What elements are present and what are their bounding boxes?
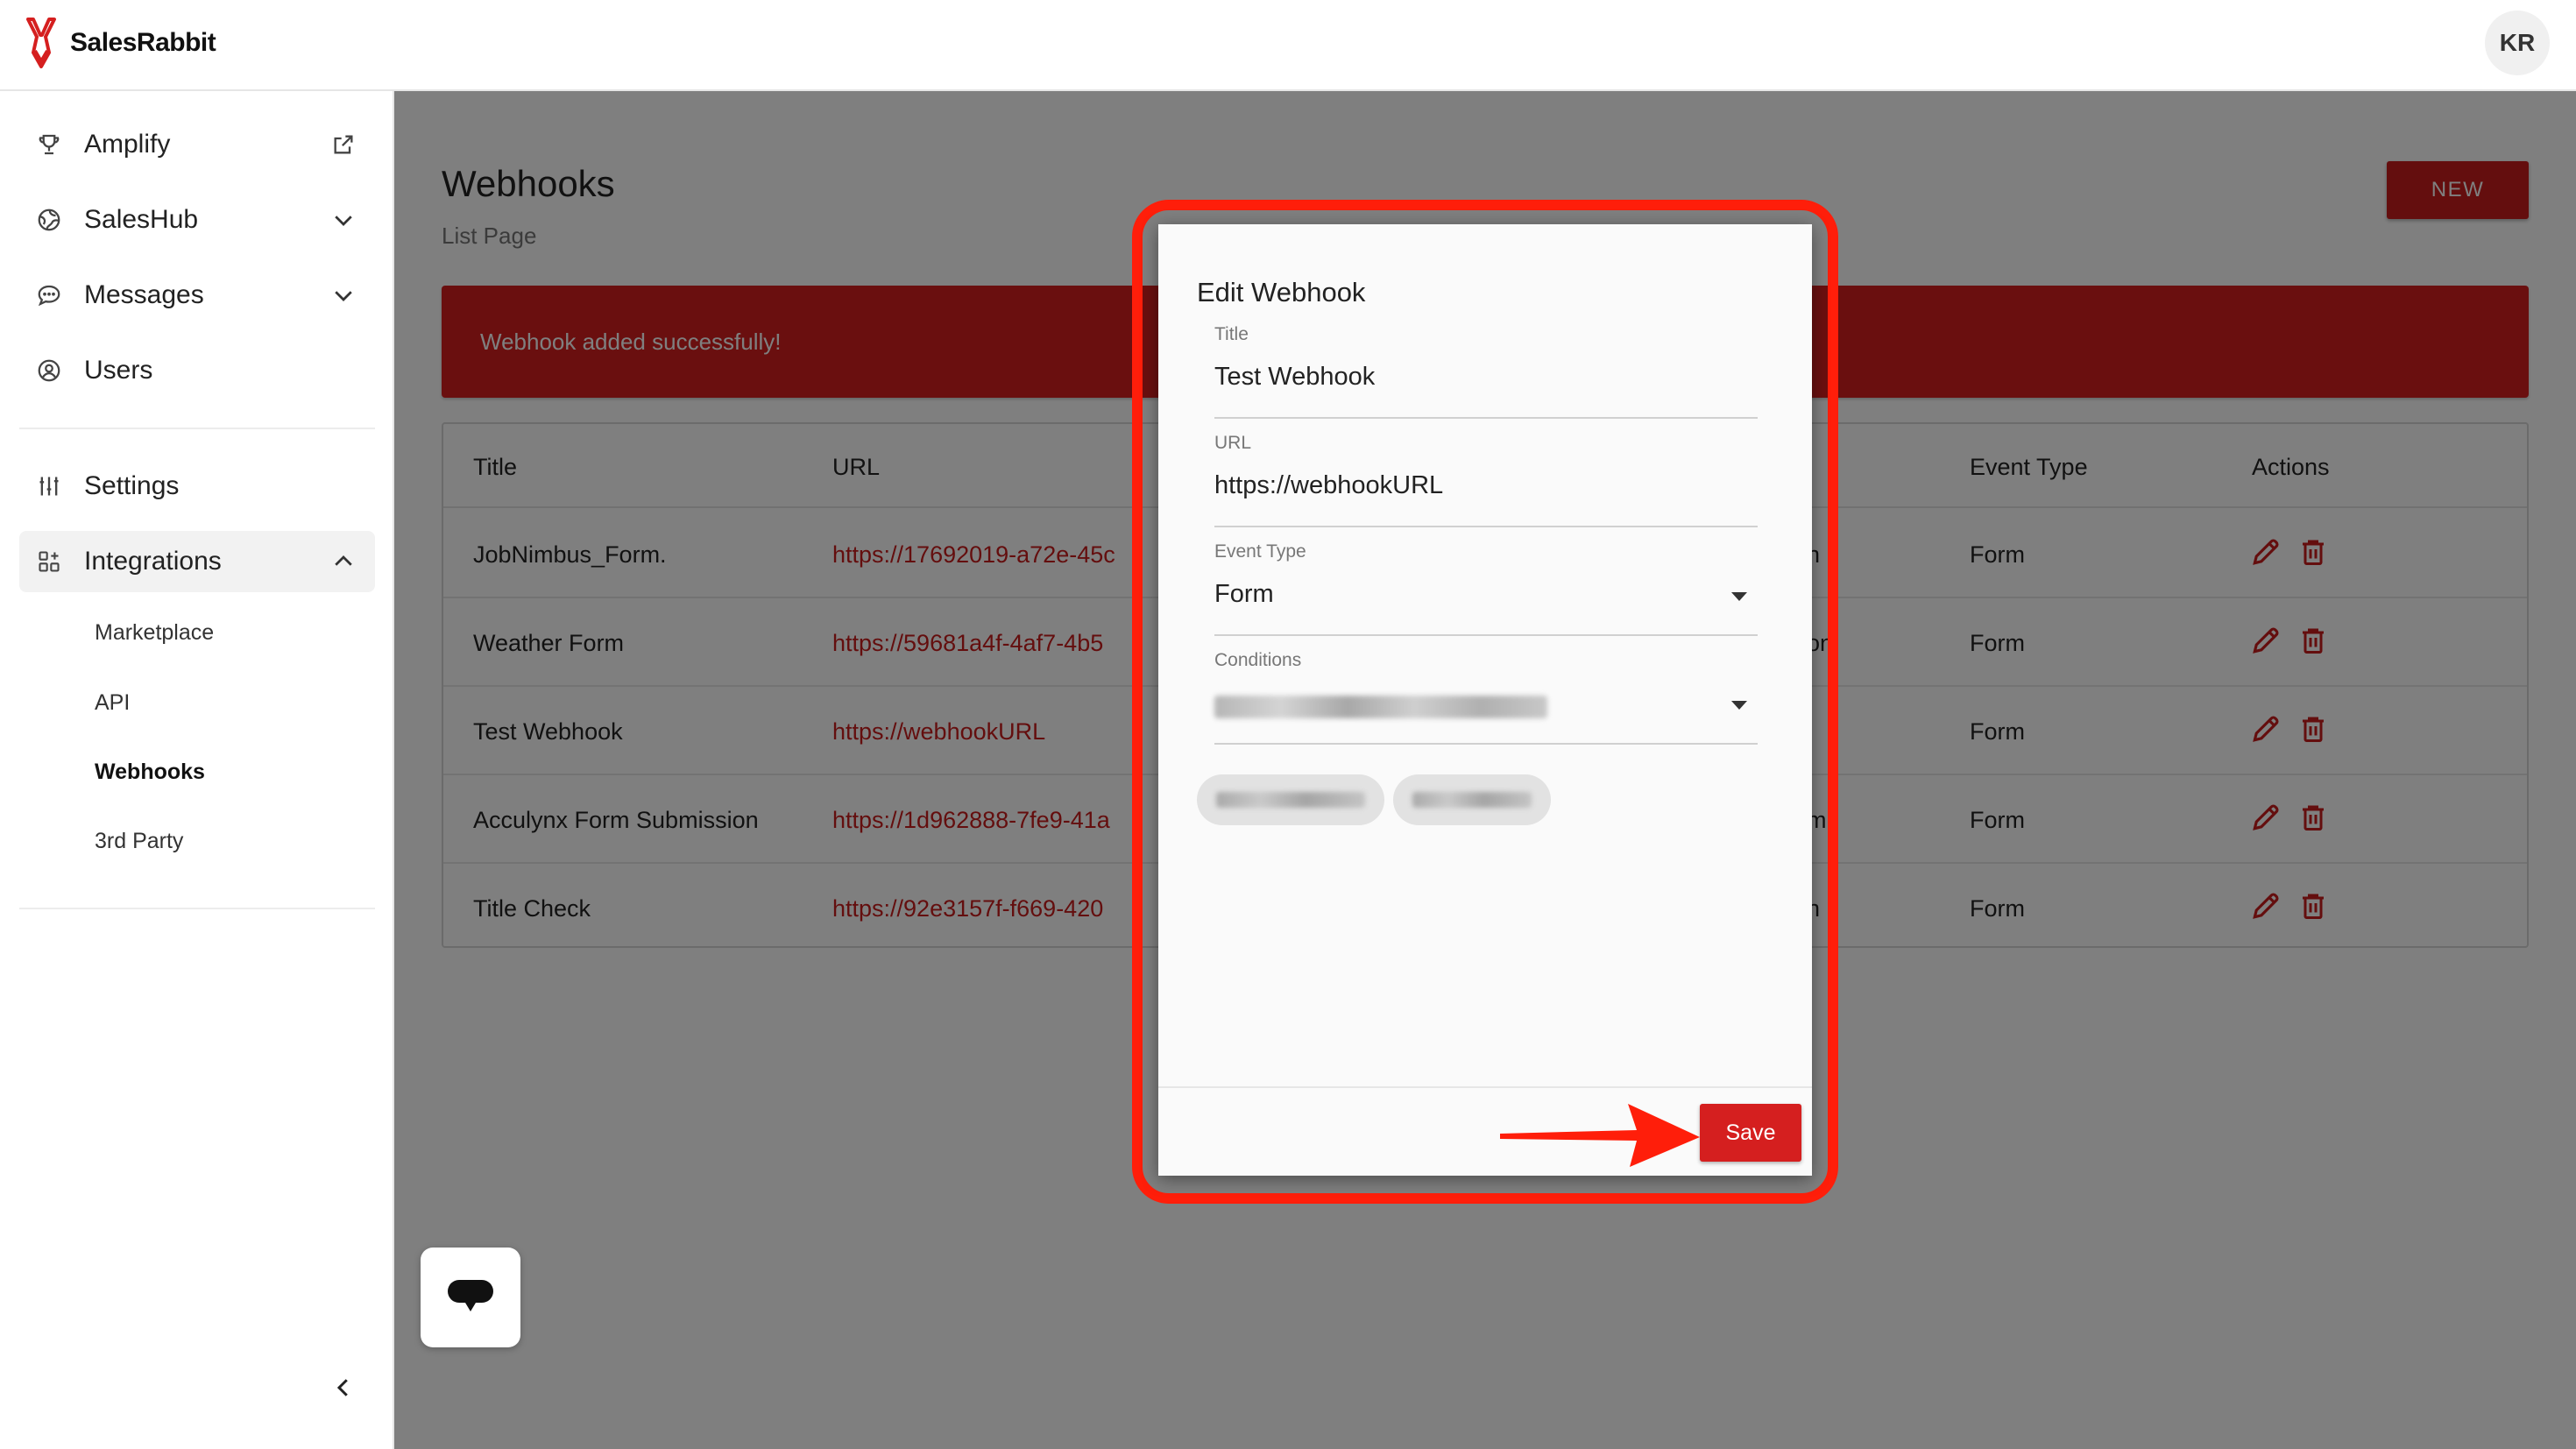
dropdown-arrow-icon (1731, 701, 1747, 710)
url-field: URL (1214, 433, 1758, 527)
rabbit-logo-icon (26, 18, 56, 68)
sidebar-item-amplify[interactable]: Amplify (19, 114, 375, 175)
sidebar-item-label: Amplify (84, 130, 171, 159)
external-link-icon (326, 127, 361, 162)
chevron-down-icon[interactable] (326, 202, 361, 237)
sidebar: Amplify SalesHub Messages Users Settings… (0, 91, 394, 1449)
sidebar-item-label: Settings (84, 471, 180, 500)
sidebar-item-label: Integrations (84, 547, 222, 576)
sidebar-item-settings[interactable]: Settings (19, 456, 375, 517)
chevron-left-icon (336, 1379, 348, 1396)
sidebar-item-messages[interactable]: Messages (19, 265, 375, 326)
top-bar: SalesRabbit KR (0, 0, 2576, 91)
chevron-down-icon[interactable] (326, 278, 361, 313)
condition-chip[interactable] (1393, 774, 1551, 825)
save-button[interactable]: Save (1700, 1104, 1801, 1162)
url-field-label: URL (1214, 433, 1252, 453)
user-circle-icon (32, 353, 67, 388)
event-type-select[interactable]: Event Type Form (1214, 541, 1758, 636)
app-name: SalesRabbit (70, 28, 216, 57)
globe-icon (32, 202, 67, 237)
grid-icon (32, 544, 67, 579)
sidebar-item-integrations[interactable]: Integrations (19, 531, 375, 592)
condition-chip[interactable] (1197, 774, 1384, 825)
edit-webhook-dialog: Edit Webhook Title URL Event Type Form C… (1158, 224, 1812, 1176)
annotation-arrow-icon (1500, 1104, 1700, 1167)
trophy-icon (32, 127, 67, 162)
conditions-label: Conditions (1214, 650, 1302, 670)
conditions-value-redacted (1214, 696, 1547, 718)
dropdown-arrow-icon (1731, 592, 1747, 601)
sidebar-item-label: SalesHub (84, 205, 199, 234)
chevron-up-icon[interactable] (326, 544, 361, 579)
title-field-label: Title (1214, 324, 1249, 344)
sidebar-item-saleshub[interactable]: SalesHub (19, 189, 375, 251)
url-input[interactable] (1214, 471, 1705, 500)
sidebar-item-label: Messages (84, 280, 204, 309)
title-input[interactable] (1214, 363, 1705, 392)
sidebar-subitem-3rd-party[interactable]: 3rd Party (95, 829, 183, 854)
chat-bubble-icon (32, 278, 67, 313)
sidebar-subitem-webhooks[interactable]: Webhooks (95, 760, 205, 785)
sidebar-divider (19, 428, 375, 429)
user-avatar[interactable]: KR (2485, 11, 2550, 75)
sidebar-subitem-api[interactable]: API (95, 690, 130, 716)
conditions-select[interactable]: Conditions (1214, 650, 1758, 745)
title-field: Title (1214, 324, 1758, 419)
dialog-footer-divider (1158, 1086, 1812, 1088)
sidebar-subitem-marketplace[interactable]: Marketplace (95, 620, 214, 646)
sidebar-divider (19, 908, 375, 909)
sidebar-item-label: Users (84, 356, 153, 385)
event-type-label: Event Type (1214, 541, 1306, 562)
chat-icon (448, 1280, 493, 1311)
event-type-value: Form (1214, 580, 1274, 608)
sidebar-item-users[interactable]: Users (19, 340, 375, 401)
app-logo[interactable]: SalesRabbit (23, 18, 216, 68)
dialog-title: Edit Webhook (1197, 277, 1366, 307)
sliders-icon (32, 469, 67, 504)
collapse-sidebar-button[interactable] (326, 1370, 361, 1405)
chat-widget-button[interactable] (421, 1248, 520, 1347)
